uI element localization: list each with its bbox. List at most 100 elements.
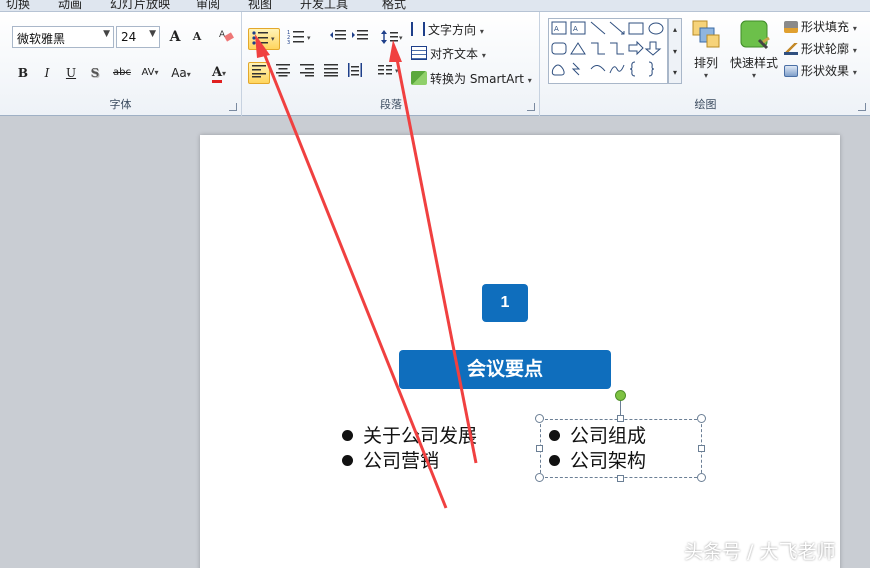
- text-direction-label: 文字方向: [428, 23, 477, 37]
- font-group: 微软雅黑 ▼ 24 ▼ A A A B I U S abc AV▾ Aa▾ A▾…: [0, 12, 242, 116]
- list-item: 关于公司发展: [342, 424, 477, 449]
- resize-handle-e[interactable]: [698, 445, 705, 452]
- align-text-icon: [411, 46, 427, 60]
- char-spacing-label: AV: [141, 67, 155, 78]
- svg-text:▾: ▾: [307, 34, 311, 42]
- list-item-text: 公司组成: [570, 425, 647, 447]
- char-spacing-button[interactable]: AV▾: [136, 62, 164, 84]
- bold-button[interactable]: B: [12, 62, 34, 84]
- chevron-down-icon: ▾: [527, 76, 532, 85]
- left-bullet-list[interactable]: 关于公司发展 公司营销: [342, 424, 477, 474]
- watermark: 头条号 / 大飞老师: [684, 541, 836, 563]
- rotation-handle[interactable]: [615, 390, 626, 401]
- align-center-button[interactable]: [272, 62, 294, 84]
- tab-format[interactable]: 格式: [382, 0, 406, 11]
- text-direction-button[interactable]: 文字方向 ▾: [411, 20, 484, 40]
- resize-handle-ne[interactable]: [697, 414, 706, 423]
- resize-handle-nw[interactable]: [535, 414, 544, 423]
- list-item: 公司组成: [549, 424, 646, 449]
- chevron-down-icon: ▼: [149, 29, 156, 39]
- change-case-label: Aa: [171, 66, 187, 80]
- bold-label: B: [17, 66, 29, 80]
- ribbon-tab-strip: 切换 动画 幻灯片放映 审阅 视图 开发工具 格式: [0, 0, 870, 12]
- font-size-combo[interactable]: 24 ▼: [116, 26, 160, 48]
- font-name-value: 微软雅黑: [17, 32, 66, 46]
- align-text-label: 对齐文本: [430, 47, 479, 61]
- paragraph-dialog-launcher-icon[interactable]: [527, 103, 535, 111]
- resize-handle-n[interactable]: [617, 415, 624, 422]
- italic-button[interactable]: I: [36, 62, 58, 84]
- tab-slideshow[interactable]: 幻灯片放映: [110, 0, 170, 11]
- line-spacing-icon: ▾: [381, 30, 403, 44]
- convert-smartart-button[interactable]: 转换为 SmartArt ▾: [411, 69, 532, 89]
- paragraph-group: ▾ 1 2 3 ▾ ▾ 文字方向 ▾ 对齐文本 ▾ 转换为 SmartArt ▾…: [243, 12, 540, 116]
- increase-indent-icon: [352, 30, 368, 40]
- font-color-button[interactable]: A▾: [204, 62, 234, 84]
- slide-title-bar[interactable]: 会议要点: [399, 350, 611, 389]
- drawing-group-footer: 绘图: [541, 12, 870, 116]
- list-item-text: 公司营销: [363, 450, 440, 472]
- align-right-icon: [300, 64, 314, 77]
- list-item: 公司营销: [342, 449, 477, 474]
- italic-label: I: [44, 66, 50, 80]
- font-group-label: 字体: [109, 98, 132, 111]
- font-name-combo[interactable]: 微软雅黑 ▼: [12, 26, 114, 48]
- distribute-button[interactable]: [344, 62, 366, 84]
- change-case-button[interactable]: Aa▾: [166, 62, 196, 84]
- svg-text:▾: ▾: [399, 34, 403, 42]
- chevron-down-icon: ▾: [479, 27, 484, 36]
- strikethrough-button[interactable]: abc: [110, 62, 134, 84]
- grow-font-label: A: [169, 29, 181, 45]
- text-direction-icon: [411, 22, 425, 36]
- grow-font-button[interactable]: A: [164, 26, 186, 48]
- numbered-list-icon: 1 2 3 ▾: [287, 30, 311, 46]
- resize-handle-se[interactable]: [697, 473, 706, 482]
- underline-label: U: [65, 66, 77, 80]
- bullets-button[interactable]: ▾: [248, 28, 280, 50]
- align-right-button[interactable]: [296, 62, 318, 84]
- bullet-dot-icon: [549, 430, 560, 441]
- tab-animations[interactable]: 动画: [58, 0, 82, 11]
- list-item-text: 公司架构: [570, 450, 647, 472]
- resize-handle-sw[interactable]: [535, 473, 544, 482]
- numbering-button[interactable]: 1 2 3 ▾: [285, 28, 315, 50]
- increase-indent-button[interactable]: [349, 28, 371, 50]
- justify-button[interactable]: [320, 62, 342, 84]
- align-text-button[interactable]: 对齐文本 ▾: [411, 44, 486, 64]
- list-item-text: 关于公司发展: [363, 425, 478, 447]
- font-color-label: A: [211, 66, 223, 83]
- text-shadow-button[interactable]: S: [84, 62, 106, 84]
- align-center-icon: [276, 64, 290, 77]
- tab-developer[interactable]: 开发工具: [300, 0, 348, 11]
- tab-transitions[interactable]: 切换: [6, 0, 30, 11]
- drawing-dialog-launcher-icon[interactable]: [858, 103, 866, 111]
- justify-icon: [324, 64, 338, 77]
- list-item: 公司架构: [549, 449, 646, 474]
- columns-button[interactable]: ▾: [376, 62, 404, 84]
- chevron-down-icon: ▾: [154, 68, 159, 77]
- shrink-font-label: A: [192, 30, 202, 43]
- paragraph-group-label: 段落: [380, 98, 402, 111]
- smartart-icon: [411, 71, 427, 85]
- convert-smartart-label: 转换为 SmartArt: [430, 72, 524, 86]
- tab-view[interactable]: 视图: [248, 0, 272, 11]
- resize-handle-w[interactable]: [536, 445, 543, 452]
- bullet-list-icon: ▾: [252, 31, 275, 45]
- line-spacing-button[interactable]: ▾: [379, 28, 407, 50]
- right-bullet-list[interactable]: 公司组成 公司架构: [549, 424, 646, 474]
- text-shadow-label: S: [90, 66, 100, 80]
- decrease-indent-icon: [330, 30, 346, 40]
- align-left-icon: [252, 65, 266, 78]
- shrink-font-button[interactable]: A: [186, 26, 208, 48]
- bullet-dot-icon: [549, 455, 560, 466]
- align-left-button[interactable]: [248, 62, 270, 84]
- tab-review[interactable]: 审阅: [196, 0, 220, 11]
- font-dialog-launcher-icon[interactable]: [229, 103, 237, 111]
- clear-formatting-button[interactable]: A: [215, 26, 237, 48]
- svg-text:▾: ▾: [271, 35, 275, 43]
- clear-formatting-icon: A: [219, 30, 234, 42]
- resize-handle-s[interactable]: [617, 475, 624, 482]
- decrease-indent-button[interactable]: [327, 28, 349, 50]
- underline-button[interactable]: U: [60, 62, 82, 84]
- slide-number-badge[interactable]: 1: [482, 284, 528, 322]
